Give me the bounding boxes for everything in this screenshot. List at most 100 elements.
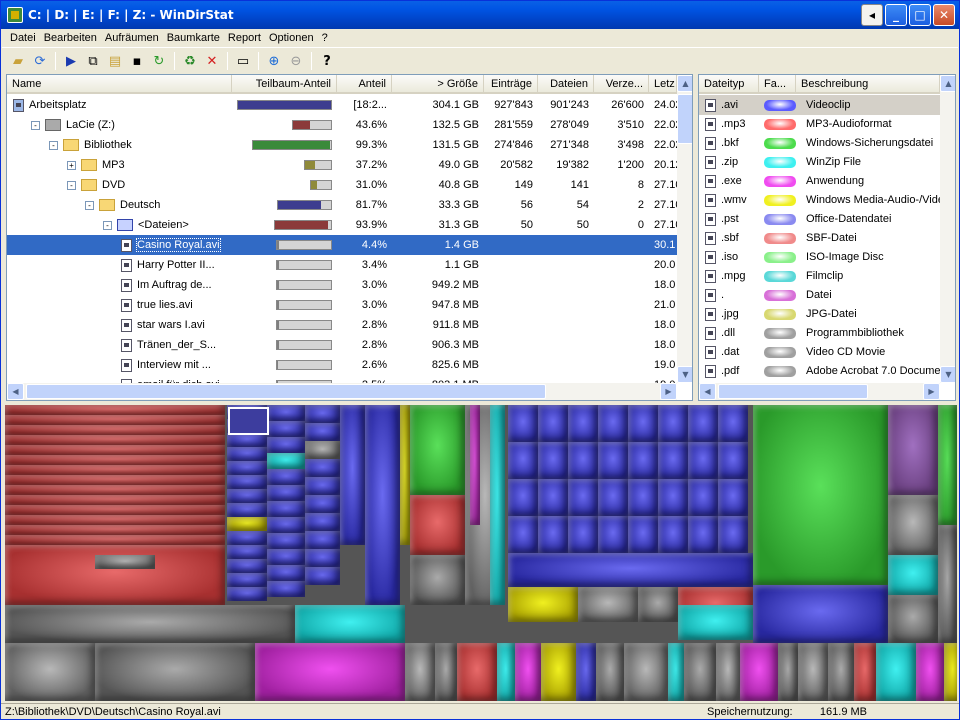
- treemap-cell[interactable]: [916, 643, 944, 701]
- treemap-cell[interactable]: [305, 405, 340, 423]
- tree-row[interactable]: - Bibliothek 99.3% 131.5 GB 274'846 271'348 3'…: [7, 135, 677, 155]
- treemap-cell[interactable]: [568, 516, 598, 553]
- treemap-cell[interactable]: [267, 421, 305, 437]
- col-name[interactable]: Name: [7, 75, 232, 94]
- treemap-cell[interactable]: [658, 405, 688, 442]
- treemap-cell[interactable]: [854, 643, 876, 701]
- menu-aufraeumen[interactable]: Aufräumen: [101, 32, 163, 44]
- treemap-cell[interactable]: [267, 533, 305, 549]
- treemap-cell[interactable]: [628, 479, 658, 516]
- extension-row[interactable]: .mpg Filmclip: [699, 266, 940, 286]
- treemap-cell[interactable]: [538, 405, 568, 442]
- extension-row[interactable]: .bkf Windows-Sicherungsdatei: [699, 133, 940, 153]
- treemap-cell[interactable]: [227, 573, 267, 587]
- treemap-cell[interactable]: [305, 513, 340, 531]
- treemap-cell[interactable]: [508, 516, 538, 553]
- extension-row[interactable]: .avi Videoclip: [699, 95, 940, 115]
- treemap-cell[interactable]: [508, 479, 538, 516]
- col-dateityp[interactable]: Dateityp: [699, 75, 759, 94]
- cmd-icon[interactable]: ▪: [127, 51, 147, 71]
- treemap-cell[interactable]: [598, 442, 628, 479]
- tree-row[interactable]: true lies.avi 3.0% 947.8 MB 21.0: [7, 295, 677, 315]
- expand-toggle-icon[interactable]: -: [85, 200, 94, 210]
- extension-hscroll[interactable]: ◀ ▶: [699, 383, 940, 400]
- expand-toggle-icon[interactable]: -: [103, 220, 112, 230]
- treemap-cell[interactable]: [753, 405, 888, 585]
- treemap-cell[interactable]: [227, 531, 267, 545]
- zoom-out-icon[interactable]: ⊖: [286, 51, 306, 71]
- treemap-cell[interactable]: [267, 485, 305, 501]
- col-beschreibung[interactable]: Beschreibung: [796, 75, 940, 94]
- ext-scroll-left-icon[interactable]: ◀: [699, 383, 716, 400]
- treemap-cell[interactable]: [457, 643, 497, 701]
- treemap-cell[interactable]: [227, 475, 267, 489]
- tree-row[interactable]: Tränen_der_S... 2.8% 906.3 MB 18.0: [7, 335, 677, 355]
- treemap-cell[interactable]: [227, 433, 267, 447]
- treemap-cell[interactable]: [305, 477, 340, 495]
- refresh-selected-icon[interactable]: ↻: [149, 51, 169, 71]
- treemap-cell[interactable]: [5, 545, 225, 605]
- copy-icon[interactable]: ⧉: [83, 51, 103, 71]
- menu-baumkarte[interactable]: Baumkarte: [163, 32, 224, 44]
- treemap-cell[interactable]: [5, 485, 225, 495]
- treemap-cell[interactable]: [718, 405, 748, 442]
- treemap-cell[interactable]: [944, 643, 957, 701]
- treemap-cell[interactable]: [267, 437, 305, 453]
- treemap-cell[interactable]: [568, 442, 598, 479]
- treemap-cell[interactable]: [267, 405, 305, 421]
- minimize-button[interactable]: _: [885, 4, 907, 26]
- treemap-cell[interactable]: [267, 469, 305, 485]
- ext-hscroll-thumb[interactable]: [718, 384, 868, 399]
- treemap-cell[interactable]: [576, 643, 596, 701]
- treemap-cell[interactable]: [5, 505, 225, 515]
- extension-row[interactable]: .dll Programmbibliothek: [699, 323, 940, 343]
- recycle-icon[interactable]: ♻: [180, 51, 200, 71]
- treemap-cell[interactable]: [938, 525, 957, 643]
- extension-row[interactable]: .iso ISO-Image Disc: [699, 247, 940, 267]
- treemap-cell[interactable]: [267, 549, 305, 565]
- treemap-cell[interactable]: [888, 555, 938, 595]
- treemap-cell[interactable]: [740, 643, 778, 701]
- scroll-down-icon[interactable]: ▼: [677, 366, 692, 383]
- treemap-cell[interactable]: [227, 503, 267, 517]
- treemap-cell[interactable]: [638, 587, 678, 622]
- treemap-cell[interactable]: [305, 531, 340, 549]
- treemap-cell[interactable]: [227, 461, 267, 475]
- treemap-cell[interactable]: [658, 516, 688, 553]
- treemap-cell[interactable]: [598, 405, 628, 442]
- treemap-cell[interactable]: [5, 405, 225, 415]
- treemap-cell[interactable]: [95, 643, 255, 701]
- treemap-cell[interactable]: [5, 643, 95, 701]
- treemap-cell[interactable]: [305, 495, 340, 513]
- treemap-cell[interactable]: [267, 517, 305, 533]
- extension-row[interactable]: .wmv Windows Media-Audio-/Vide: [699, 190, 940, 210]
- treemap-cell[interactable]: [716, 643, 740, 701]
- treemap-cell[interactable]: [888, 495, 938, 555]
- treemap-cell[interactable]: [410, 495, 465, 555]
- treemap-cell[interactable]: [568, 405, 598, 442]
- scroll-left-icon[interactable]: ◀: [7, 383, 24, 400]
- treemap-cell[interactable]: [5, 475, 225, 485]
- treemap-cell[interactable]: [365, 405, 400, 605]
- treemap-cell[interactable]: [5, 435, 225, 445]
- treemap-cell[interactable]: [410, 555, 465, 605]
- menu-bearbeiten[interactable]: Bearbeiten: [40, 32, 101, 44]
- menu-optionen[interactable]: Optionen: [265, 32, 318, 44]
- treemap-cell[interactable]: [753, 585, 888, 643]
- play-icon[interactable]: ▶: [61, 51, 81, 71]
- treemap-cell[interactable]: [888, 405, 938, 495]
- directory-vscroll[interactable]: ▲ ▼: [677, 75, 692, 383]
- treemap-cell[interactable]: [684, 643, 716, 701]
- treemap-cell[interactable]: [668, 643, 684, 701]
- treemap-cell[interactable]: [227, 447, 267, 461]
- scroll-thumb[interactable]: [677, 94, 692, 144]
- col-dirs[interactable]: Verze...: [594, 75, 649, 94]
- treemap-cell[interactable]: [541, 643, 576, 701]
- treemap-cell[interactable]: [5, 605, 295, 643]
- tree-row[interactable]: star wars I.avi 2.8% 911.8 MB 18.0: [7, 315, 677, 335]
- back-button[interactable]: ◂: [861, 4, 883, 26]
- treemap-cell[interactable]: [340, 405, 365, 545]
- tree-row[interactable]: Casino Royal.avi 4.4% 1.4 GB 30.1: [7, 235, 677, 255]
- directory-hscroll[interactable]: ◀ ▶: [7, 383, 677, 400]
- title-bar[interactable]: C: | D: | E: | F: | Z: - WinDirStat ◂ _ …: [1, 1, 959, 29]
